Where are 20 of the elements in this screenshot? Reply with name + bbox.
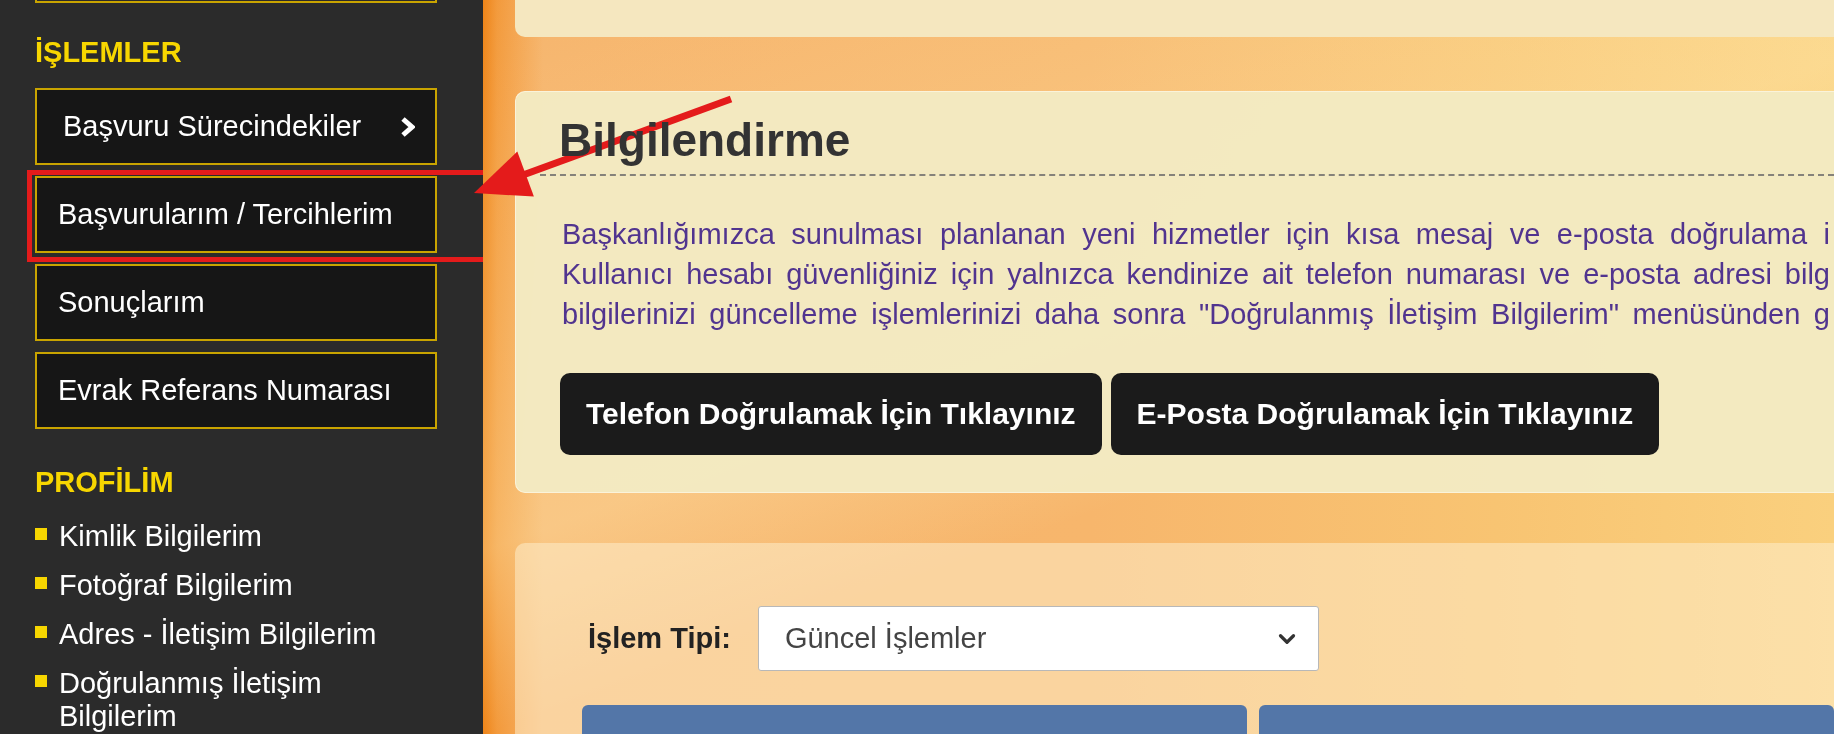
bullet-icon (35, 675, 47, 687)
menu-item[interactable]: Evrak Referans Numarası (35, 352, 437, 429)
sidebar-link[interactable]: Fotoğraf Bilgilerim (59, 569, 293, 602)
sidebar-link[interactable]: Adres - İletişim Bilgilerim (59, 618, 377, 651)
menu-item[interactable]: Başvuru Sürecindekiler (35, 88, 437, 165)
menu-item[interactable]: Sonuçlarım (35, 264, 437, 341)
sidebar-link[interactable]: Kimlik Bilgilerim (59, 520, 262, 553)
bullet-icon (35, 528, 47, 540)
section-heading: İŞLEMLER (35, 35, 183, 69)
field-label: İşlem Tipi: (588, 622, 731, 655)
section-heading: PROFİLİM (35, 465, 175, 499)
bullet-icon (35, 577, 47, 589)
verify-button[interactable]: E-Posta Doğrulamak İçin Tıklayınız (1110, 373, 1660, 455)
chevron-right-icon (400, 115, 415, 138)
menu-item[interactable]: Başvurularım / Tercihlerim (35, 176, 437, 253)
bullet-icon (35, 626, 47, 638)
select-field[interactable]: Güncel İşlemler (757, 606, 1319, 671)
verify-button[interactable]: Telefon Doğrulamak İçin Tıklayınız (560, 373, 1102, 455)
sidebar-link[interactable]: Doğrulanmış İletişim Bilgilerim (59, 667, 409, 733)
info-paragraph: Başkanlığımızca sunulması planlanan yeni hizmetler için kısa mesaj ve e-posta doğrulama i Kullanıcı hesabı güvenliğiniz için yalnızca kendinize ait telefon numarası ve e-posta adresi bilg bilgilerinizi güncelleme işlemlerinizi daha sonra "Doğrulanmış İletişim Bilgilerim" menüsünden g (562, 217, 1830, 332)
